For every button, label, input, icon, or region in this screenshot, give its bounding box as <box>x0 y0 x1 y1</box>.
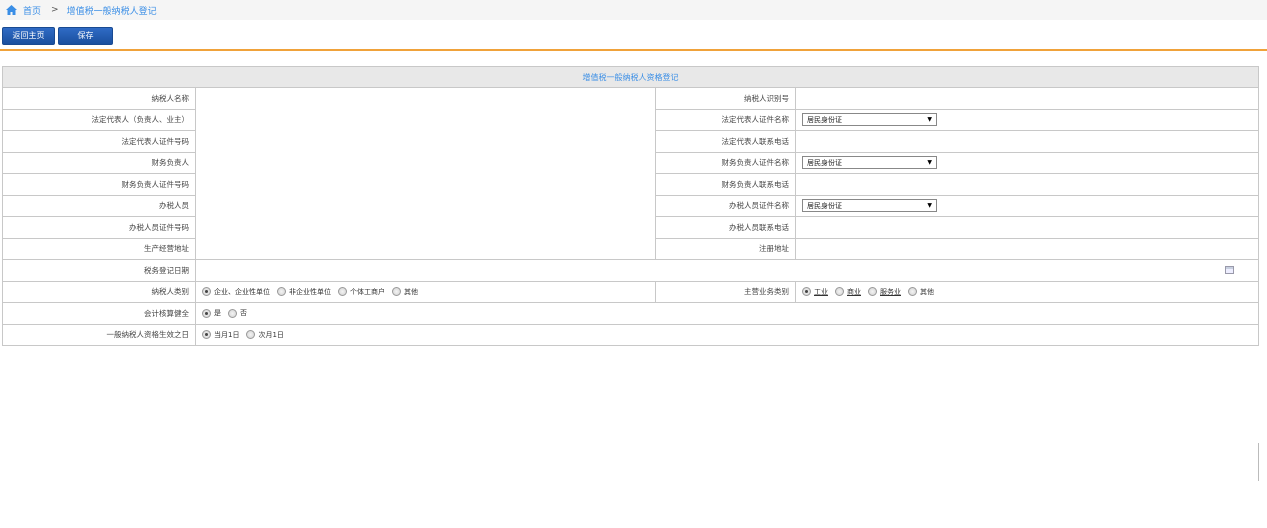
radio-label: 否 <box>240 309 247 318</box>
effective-date-radios: 当月1日 次月1日 <box>202 330 1252 340</box>
toolbar: 返回主页 保存 <box>2 27 113 45</box>
radio-current-month[interactable] <box>202 330 211 340</box>
radio-label: 当月1日 <box>214 330 240 339</box>
main-business-cell: 工业 商业 服务业 其他 <box>795 280 1259 303</box>
select-value: 居民身份证 <box>807 201 842 210</box>
radio-label: 商业 <box>847 287 861 296</box>
business-address-label: 生产经营地址 <box>2 237 196 260</box>
taxpayer-name-label: 纳税人名称 <box>2 87 196 110</box>
registered-address-label: 注册地址 <box>655 237 796 260</box>
radio-next-month[interactable] <box>246 330 256 340</box>
radio-other-business[interactable] <box>908 287 917 297</box>
taxpayer-id-field[interactable] <box>795 87 1259 110</box>
finance-phone-field[interactable] <box>795 173 1259 196</box>
radio-label: 服务业 <box>880 287 901 296</box>
tax-officer-cert-cell: 居民身份证 ▼ <box>795 194 1259 217</box>
save-button[interactable]: 保存 <box>58 27 113 45</box>
breadcrumb-separator: > <box>51 5 59 15</box>
main-business-label: 主营业务类别 <box>655 280 796 303</box>
radio-yes[interactable] <box>202 308 211 318</box>
main-business-radios: 工业 商业 服务业 其他 <box>802 287 1252 297</box>
legal-rep-cert-no-label: 法定代表人证件号码 <box>2 130 196 153</box>
radio-label: 次月1日 <box>258 330 284 339</box>
select-value: 居民身份证 <box>807 158 842 167</box>
tax-officer-phone-field[interactable] <box>795 216 1259 239</box>
breadcrumb-current: 增值税一般纳税人登记 <box>66 6 157 17</box>
finance-cert-cell: 居民身份证 ▼ <box>795 151 1259 174</box>
accounting-cell: 是 否 <box>195 302 1259 325</box>
tax-officer-cert-select[interactable]: 居民身份证 ▼ <box>802 199 937 213</box>
taxpayer-type-label: 纳税人类别 <box>2 280 196 303</box>
taxpayer-id-label: 纳税人识别号 <box>655 87 796 110</box>
tax-officer-cert-name-label: 办税人员证件名称 <box>655 194 796 217</box>
taxpayer-type-cell: 企业、企业性单位 非企业性单位 个体工商户 其他 <box>195 280 656 303</box>
back-home-button[interactable]: 返回主页 <box>2 27 55 45</box>
breadcrumb-home-link[interactable]: 首页 <box>23 4 41 17</box>
radio-other[interactable] <box>392 287 401 297</box>
select-value: 居民身份证 <box>807 115 842 124</box>
tax-reg-date-label: 税务登记日期 <box>2 259 196 282</box>
radio-non-enterprise[interactable] <box>277 287 286 297</box>
finance-cert-name-label: 财务负责人证件名称 <box>655 151 796 174</box>
accounting-radios: 是 否 <box>202 308 1252 318</box>
radio-label: 工业 <box>814 287 828 296</box>
radio-label: 非企业性单位 <box>289 287 331 296</box>
breadcrumb: 首页 > 增值税一般纳税人登记 <box>0 0 1267 20</box>
chevron-down-icon: ▼ <box>927 116 932 124</box>
radio-label: 个体工商户 <box>350 287 385 296</box>
tax-officer-phone-label: 办税人员联系电话 <box>655 216 796 239</box>
radio-label: 是 <box>214 309 221 318</box>
accounting-label: 会计核算健全 <box>2 302 196 325</box>
effective-date-cell: 当月1日 次月1日 <box>195 323 1259 346</box>
form-title: 增值税一般纳税人资格登记 <box>2 66 1259 88</box>
left-value-area[interactable] <box>195 87 656 260</box>
divider <box>0 49 1267 51</box>
chevron-down-icon: ▼ <box>927 202 932 210</box>
radio-no[interactable] <box>228 308 237 318</box>
radio-service[interactable] <box>868 287 877 297</box>
registration-form: 增值税一般纳税人资格登记 纳税人名称 纳税人识别号 法定代表人（负责人、业主） … <box>2 66 1259 346</box>
effective-date-label: 一般纳税人资格生效之日 <box>2 323 196 346</box>
legal-rep-phone-label: 法定代表人联系电话 <box>655 130 796 153</box>
finance-phone-label: 财务负责人联系电话 <box>655 173 796 196</box>
home-icon[interactable] <box>5 4 17 16</box>
registered-address-field[interactable] <box>795 237 1259 260</box>
tax-reg-date-field[interactable] <box>195 259 1259 282</box>
radio-commerce[interactable] <box>835 287 844 297</box>
radio-industry[interactable] <box>802 287 811 297</box>
chevron-down-icon: ▼ <box>927 159 932 167</box>
legal-rep-cert-select[interactable]: 居民身份证 ▼ <box>802 113 937 127</box>
legal-rep-cert-name-label: 法定代表人证件名称 <box>655 108 796 131</box>
finance-cert-no-label: 财务负责人证件号码 <box>2 173 196 196</box>
radio-individual[interactable] <box>338 287 347 297</box>
legal-rep-label: 法定代表人（负责人、业主） <box>2 108 196 131</box>
tax-officer-label: 办税人员 <box>2 194 196 217</box>
legal-rep-phone-field[interactable] <box>795 130 1259 153</box>
radio-label: 企业、企业性单位 <box>214 287 270 296</box>
tax-officer-cert-no-label: 办税人员证件号码 <box>2 216 196 239</box>
radio-label: 其他 <box>404 287 418 296</box>
legal-rep-cert-cell: 居民身份证 ▼ <box>795 108 1259 131</box>
radio-enterprise[interactable] <box>202 287 211 297</box>
calendar-icon[interactable] <box>1225 266 1234 275</box>
finance-cert-select[interactable]: 居民身份证 ▼ <box>802 156 937 170</box>
scrollbar[interactable] <box>1258 443 1259 481</box>
radio-label: 其他 <box>920 287 934 296</box>
taxpayer-type-radios: 企业、企业性单位 非企业性单位 个体工商户 其他 <box>202 287 649 297</box>
finance-head-label: 财务负责人 <box>2 151 196 174</box>
